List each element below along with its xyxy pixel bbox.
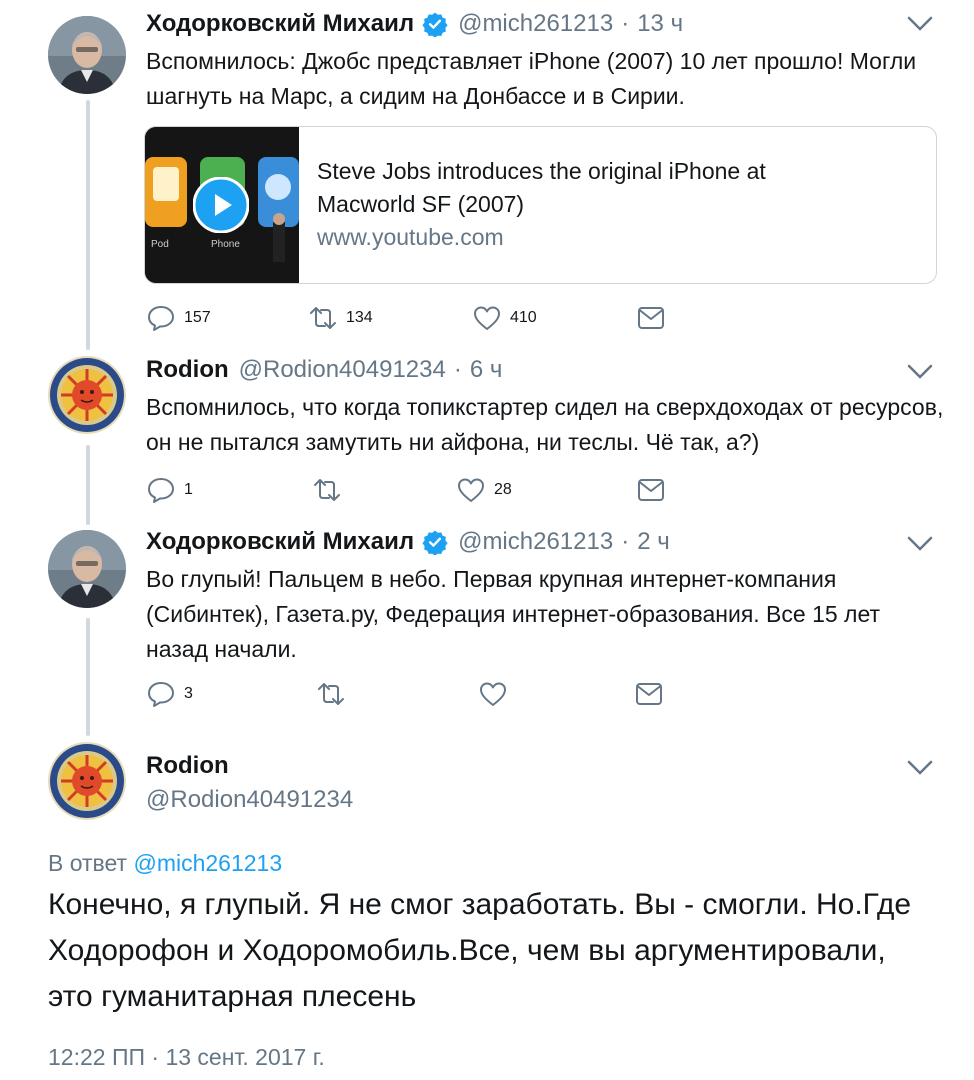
reply-context: В ответ @mich261213 xyxy=(48,850,282,877)
tweet-timestamp[interactable]: 12:22 ПП · 13 сент. 2017 г. xyxy=(48,1044,325,1071)
envelope-icon xyxy=(638,479,664,501)
avatar[interactable] xyxy=(48,742,126,820)
link-card[interactable]: Pod Phone Steve Jobs introduces the orig… xyxy=(144,126,937,284)
like-count: 410 xyxy=(510,309,537,326)
like-button[interactable]: 410 xyxy=(472,303,537,333)
author-handle[interactable]: @Rodion40491234 xyxy=(239,356,446,384)
thumb-label-phone: Phone xyxy=(211,239,240,250)
tweet-time[interactable]: 2 ч xyxy=(637,528,670,556)
avatar[interactable] xyxy=(48,356,126,434)
author-handle[interactable]: @mich261213 xyxy=(458,528,613,556)
heart-icon xyxy=(480,682,506,706)
tweet-header: Ходорковский Михаил @mich261213 · 2 ч xyxy=(146,528,670,556)
reply-button[interactable]: 3 xyxy=(146,679,193,709)
chevron-down-icon[interactable] xyxy=(906,14,934,34)
reply-count: 3 xyxy=(184,685,193,702)
tweet-text: Вспомнилось, что когда топикстартер сиде… xyxy=(146,394,944,455)
dm-button[interactable] xyxy=(634,679,664,709)
author-handle[interactable]: @mich261213 xyxy=(458,10,613,38)
author-name[interactable]: Ходорковский Михаил xyxy=(146,10,414,38)
chevron-down-icon[interactable] xyxy=(906,758,934,778)
reply-icon xyxy=(148,682,174,707)
envelope-icon xyxy=(638,307,664,329)
tweet-header: Ходорковский Михаил @mich261213 · 13 ч xyxy=(146,10,683,38)
video-thumbnail: Pod Phone xyxy=(145,127,299,283)
reply-handle-link[interactable]: @mich261213 xyxy=(133,850,282,876)
chevron-down-icon[interactable] xyxy=(906,534,934,554)
tweet-text: Вспомнилось: Джобс представляет iPhone (… xyxy=(146,48,917,109)
envelope-icon xyxy=(636,683,662,705)
retweet-button[interactable] xyxy=(316,679,354,709)
tweet-time[interactable]: 6 ч xyxy=(470,356,503,384)
thread-line xyxy=(86,618,90,736)
reply-icon xyxy=(148,306,174,331)
verified-badge-icon xyxy=(422,529,448,556)
retweet-button[interactable]: 134 xyxy=(308,303,373,333)
like-button[interactable] xyxy=(478,679,516,709)
card-body[interactable]: Steve Jobs introduces the original iPhon… xyxy=(299,127,837,283)
reply-prefix: В ответ xyxy=(48,850,128,876)
like-count: 28 xyxy=(494,481,512,498)
retweet-icon xyxy=(314,479,340,501)
author-name[interactable]: Ходорковский Михаил xyxy=(146,528,414,556)
reply-count: 1 xyxy=(184,481,193,498)
avatar[interactable] xyxy=(48,530,126,608)
separator: · xyxy=(621,528,630,555)
like-button[interactable]: 28 xyxy=(456,475,512,505)
dm-button[interactable] xyxy=(636,303,666,333)
separator: · xyxy=(621,10,630,37)
card-domain[interactable]: www.youtube.com xyxy=(317,221,837,254)
author-name[interactable]: Rodion xyxy=(146,356,229,384)
separator: · xyxy=(453,356,462,383)
retweet-icon xyxy=(318,683,344,705)
thread-line xyxy=(86,100,90,350)
main-tweet-text: Конечно, я глупый. Я не смог заработать.… xyxy=(48,888,912,1013)
tweet-text: Во глупый! Пальцем в небо. Первая крупна… xyxy=(146,566,881,662)
thread-line xyxy=(86,445,90,525)
dm-button[interactable] xyxy=(636,475,666,505)
reply-icon xyxy=(148,478,174,503)
heart-icon xyxy=(458,478,484,502)
avatar[interactable] xyxy=(48,16,126,94)
card-title[interactable]: Steve Jobs introduces the original iPhon… xyxy=(317,155,837,221)
heart-icon xyxy=(474,306,500,330)
author-handle[interactable]: @Rodion40491234 xyxy=(146,786,353,814)
reply-button[interactable]: 157 xyxy=(146,303,211,333)
tweet-header: Rodion @Rodion40491234 · 6 ч xyxy=(146,356,502,384)
verified-badge-icon xyxy=(422,11,448,38)
thumb-label-pod: Pod xyxy=(151,239,169,250)
reply-button[interactable]: 1 xyxy=(146,475,193,505)
retweet-count: 134 xyxy=(346,309,373,326)
play-icon[interactable] xyxy=(193,177,249,233)
author-name[interactable]: Rodion xyxy=(146,752,229,780)
retweet-icon xyxy=(310,307,336,329)
retweet-button[interactable] xyxy=(312,475,350,505)
reply-count: 157 xyxy=(184,309,211,326)
tweet-time[interactable]: 13 ч xyxy=(637,10,683,38)
chevron-down-icon[interactable] xyxy=(906,362,934,382)
